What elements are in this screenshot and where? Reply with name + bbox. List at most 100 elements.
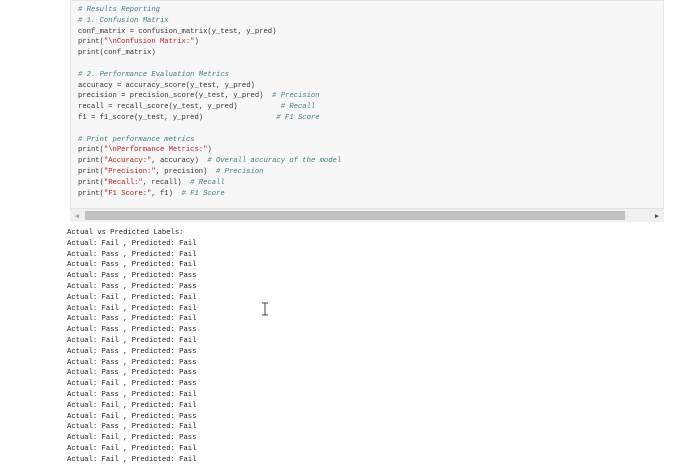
actual-prefix: Actual: xyxy=(67,401,102,410)
code-line: print("\nConfusion Matrix:") xyxy=(78,37,341,48)
actual-label: Fail xyxy=(101,412,119,421)
code-line: print(conf_matrix) xyxy=(78,48,341,59)
actual-label: Fail xyxy=(101,401,119,410)
code-line: print("\nPerformance Metrics:") xyxy=(78,145,341,156)
actual-label: Fail xyxy=(101,239,119,248)
predicted-label: Fail xyxy=(179,315,197,324)
code-line: print("Precision:", precision) # Precisi… xyxy=(78,167,341,178)
predicted-label: Fail xyxy=(179,444,197,453)
actual-label: Pass xyxy=(101,315,119,324)
actual-label: Pass xyxy=(101,358,119,367)
actual-prefix: Actual: xyxy=(67,261,102,270)
code-text: print( xyxy=(78,178,104,187)
actual-prefix: Actual: xyxy=(67,272,102,281)
output-row: Actual: Pass , Predicted: Pass xyxy=(67,282,627,293)
code-text: ) xyxy=(194,38,199,47)
code-text: , accuracy) xyxy=(151,157,208,166)
actual-prefix: Actual: xyxy=(67,455,102,464)
actual-label: Pass xyxy=(101,369,119,378)
predicted-prefix: , Predicted: xyxy=(118,336,180,345)
code-comment: # Precision xyxy=(216,167,264,176)
actual-label: Fail xyxy=(101,434,119,443)
predicted-label: Pass xyxy=(179,358,197,367)
code-editor[interactable]: # Results Reporting # 1. Confusion Matrix… xyxy=(78,5,341,199)
code-string: "\nConfusion Matrix:" xyxy=(103,38,195,47)
predicted-label: Pass xyxy=(179,412,197,421)
actual-label: Pass xyxy=(101,326,119,335)
output-row: Actual: Pass , Predicted: Pass xyxy=(67,325,627,336)
code-cell[interactable]: # Results Reporting # 1. Confusion Matrix… xyxy=(70,0,664,222)
code-text: accuracy = accuracy_score(y_test, y_pred… xyxy=(78,81,255,90)
predicted-prefix: , Predicted: xyxy=(118,369,180,378)
predicted-label: Fail xyxy=(179,401,197,410)
actual-label: Pass xyxy=(101,282,119,291)
code-line: conf_matrix = confusion_matrix(y_test, y… xyxy=(78,27,341,38)
code-string: "F1 Score:" xyxy=(103,189,152,198)
actual-label: Pass xyxy=(101,250,119,259)
code-text: ) xyxy=(207,146,212,155)
code-text: , recall) xyxy=(142,178,191,187)
code-comment: # Recall xyxy=(190,178,225,187)
actual-prefix: Actual: xyxy=(67,315,102,324)
actual-prefix: Actual: xyxy=(67,380,102,389)
predicted-label: Pass xyxy=(179,272,197,281)
actual-prefix: Actual: xyxy=(67,326,102,335)
output-row: Actual: Fail , Predicted: Fail xyxy=(67,401,627,412)
output-row: Actual: Fail , Predicted: Pass xyxy=(67,412,627,423)
actual-label: Fail xyxy=(101,336,119,345)
predicted-prefix: , Predicted: xyxy=(118,455,180,464)
predicted-label: Pass xyxy=(179,369,197,378)
predicted-label: Pass xyxy=(179,282,197,291)
code-comment: # Precision xyxy=(272,92,320,101)
actual-label: Fail xyxy=(101,455,119,464)
predicted-prefix: , Predicted: xyxy=(118,401,180,410)
code-line: # Print performance metrics xyxy=(78,135,341,146)
code-line: recall = recall_score(y_test, y_pred) # … xyxy=(78,102,341,113)
predicted-label: Fail xyxy=(179,304,197,313)
predicted-prefix: , Predicted: xyxy=(118,412,180,421)
predicted-label: Fail xyxy=(179,293,197,302)
output-row: Actual: Pass , Predicted: Pass xyxy=(67,271,627,282)
predicted-prefix: , Predicted: xyxy=(118,239,180,248)
actual-prefix: Actual: xyxy=(67,423,102,432)
predicted-prefix: , Predicted: xyxy=(118,261,180,270)
predicted-prefix: , Predicted: xyxy=(118,390,180,399)
actual-label: Pass xyxy=(101,272,119,281)
actual-label: Fail xyxy=(101,380,119,389)
predicted-prefix: , Predicted: xyxy=(118,423,180,432)
output-row: Actual: Pass , Predicted: Pass xyxy=(67,368,627,379)
scrollbar-thumb[interactable] xyxy=(85,211,625,220)
predicted-prefix: , Predicted: xyxy=(118,444,180,453)
actual-label: Fail xyxy=(101,444,119,453)
code-text: print( xyxy=(78,189,104,198)
output-row: Actual: Pass , Predicted: Pass xyxy=(67,358,627,369)
horizontal-scrollbar[interactable]: ◀ ▶ xyxy=(70,208,664,222)
predicted-prefix: , Predicted: xyxy=(118,304,180,313)
predicted-label: Fail xyxy=(179,261,197,270)
predicted-prefix: , Predicted: xyxy=(118,434,180,443)
code-text: , precision) xyxy=(155,167,217,176)
predicted-prefix: , Predicted: xyxy=(118,358,180,367)
scroll-left-arrow-icon[interactable]: ◀ xyxy=(72,211,82,221)
text-cursor-icon xyxy=(262,302,268,316)
output-row: Actual: Fail , Predicted: Fail xyxy=(67,444,627,455)
predicted-label: Fail xyxy=(179,390,197,399)
code-comment: # Results Reporting xyxy=(78,6,160,14)
actual-prefix: Actual: xyxy=(67,250,102,259)
code-line: # 2. Performance Evaluation Metrics xyxy=(78,70,341,81)
predicted-label: Fail xyxy=(179,239,197,248)
code-comment: # 1. Confusion Matrix xyxy=(78,16,169,25)
actual-prefix: Actual: xyxy=(67,412,102,421)
actual-label: Fail xyxy=(101,293,119,302)
actual-prefix: Actual: xyxy=(67,369,102,378)
output-row: Actual: Pass , Predicted: Fail xyxy=(67,250,627,261)
predicted-label: Pass xyxy=(179,434,197,443)
actual-prefix: Actual: xyxy=(67,336,102,345)
output-row: Actual: Pass , Predicted: Pass xyxy=(67,347,627,358)
scroll-right-arrow-icon[interactable]: ▶ xyxy=(652,211,662,221)
actual-prefix: Actual: xyxy=(67,434,102,443)
actual-prefix: Actual: xyxy=(67,347,102,356)
predicted-prefix: , Predicted: xyxy=(118,250,180,259)
actual-prefix: Actual: xyxy=(67,282,102,291)
